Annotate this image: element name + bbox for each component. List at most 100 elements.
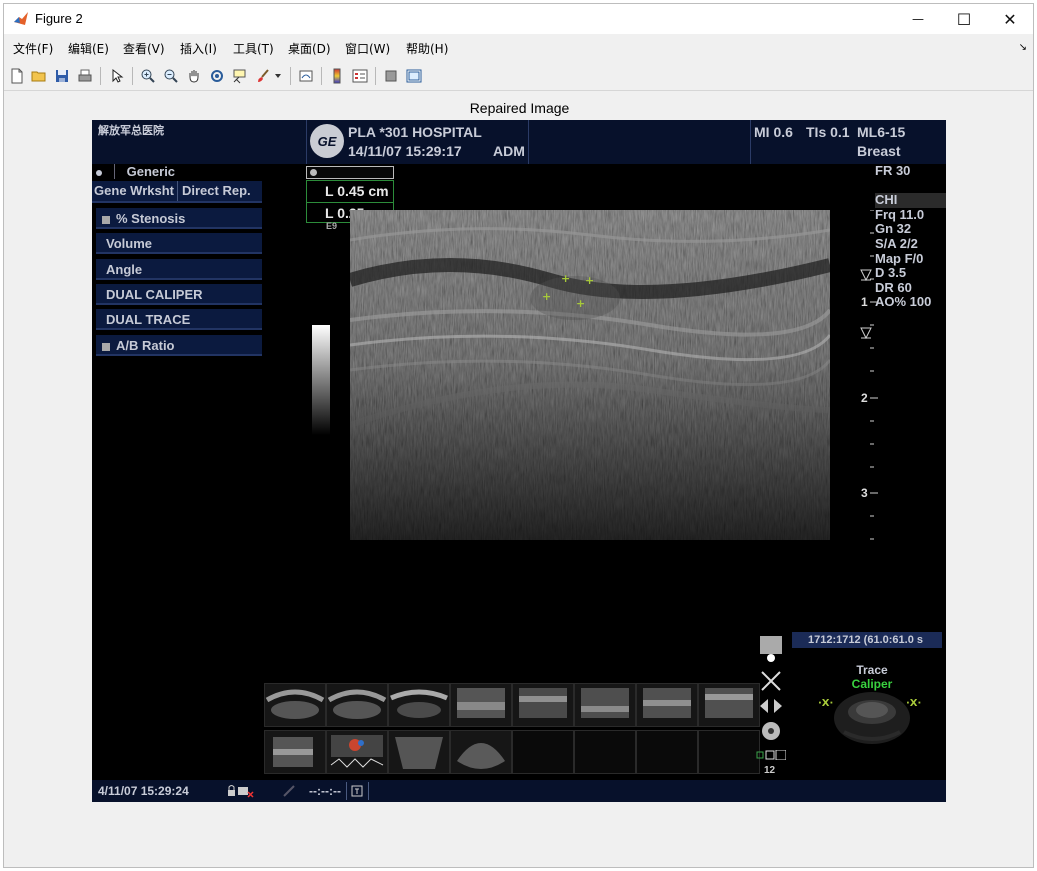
figure-toolbar bbox=[4, 61, 1033, 91]
show-plot-tools-icon[interactable] bbox=[403, 65, 425, 87]
dock-arrow-icon[interactable]: ↘ bbox=[1019, 42, 1027, 53]
menu-edit[interactable]: 编辑(E) bbox=[68, 40, 109, 57]
measurement-box-header bbox=[306, 166, 394, 179]
menu-file[interactable]: 文件(F) bbox=[13, 40, 53, 57]
save-icon[interactable] bbox=[51, 65, 73, 87]
ge-logo: GE bbox=[310, 124, 344, 158]
close-icon: ✕ bbox=[1003, 9, 1017, 29]
param-depth: D 3.5 bbox=[875, 266, 907, 281]
thumbnail-1[interactable] bbox=[264, 683, 326, 727]
thumbnail-12[interactable] bbox=[450, 730, 512, 774]
operator-id: ADM bbox=[493, 143, 525, 159]
menu-item-ab-ratio[interactable]: A/B Ratio bbox=[96, 335, 262, 356]
close-button[interactable]: ✕ bbox=[987, 4, 1033, 34]
link-plot-icon[interactable] bbox=[295, 65, 317, 87]
lock-printer-icon bbox=[228, 785, 254, 798]
menu-item-dual-caliper[interactable]: DUAL CALIPER bbox=[96, 284, 262, 305]
scissors-icon[interactable] bbox=[758, 670, 784, 692]
measurement-1: L 0.45 cm bbox=[325, 183, 389, 199]
hospital-name: PLA *301 HOSPITAL bbox=[348, 124, 482, 140]
depth-label-3: 3 bbox=[861, 486, 868, 500]
colorbar-icon[interactable] bbox=[326, 65, 348, 87]
open-folder-icon[interactable] bbox=[28, 65, 50, 87]
chevron-down-icon[interactable] bbox=[272, 65, 284, 87]
axes-title: Repaired Image bbox=[469, 100, 570, 116]
toolbar-separator bbox=[375, 67, 376, 85]
clip-count: 12 bbox=[764, 765, 776, 776]
bullet-icon bbox=[96, 169, 102, 176]
zoom-out-icon[interactable] bbox=[160, 65, 182, 87]
breast-tissue-image: + + + + bbox=[350, 210, 830, 540]
left-right-arrows-icon[interactable] bbox=[758, 696, 784, 716]
thumbnail-7[interactable] bbox=[636, 683, 698, 727]
menu-item-angle[interactable]: Angle bbox=[96, 259, 262, 280]
menu-tabs: Gene Wrksht Direct Rep. bbox=[92, 181, 262, 203]
scan-datetime: 14/11/07 15:29:17 bbox=[348, 143, 462, 159]
thumbnail-empty[interactable] bbox=[574, 730, 636, 774]
thumbnail-5[interactable] bbox=[512, 683, 574, 727]
select-arrow-icon[interactable] bbox=[106, 65, 128, 87]
window-title: Figure 2 bbox=[35, 11, 83, 26]
measurement-menu: Generic Gene Wrksht Direct Rep. % Stenosi… bbox=[92, 164, 262, 356]
thumbnail-9[interactable] bbox=[264, 730, 326, 774]
legend-icon[interactable] bbox=[349, 65, 371, 87]
thumbnail-3[interactable] bbox=[388, 683, 450, 727]
header-divider bbox=[750, 120, 751, 164]
side-tools: 12 bbox=[756, 632, 786, 782]
thumbnail-6[interactable] bbox=[574, 683, 636, 727]
sound-icon bbox=[351, 785, 363, 797]
menu-tools[interactable]: 工具(T) bbox=[233, 40, 274, 57]
signal-icon bbox=[283, 785, 295, 797]
param-gain: Gn 32 bbox=[875, 222, 912, 237]
brush-icon[interactable] bbox=[252, 65, 274, 87]
header-divider bbox=[306, 120, 307, 164]
matlab-logo-icon bbox=[14, 12, 28, 25]
menu-item-stenosis[interactable]: % Stenosis bbox=[96, 208, 262, 229]
tab-direct-report[interactable]: Direct Rep. bbox=[178, 183, 251, 198]
new-file-icon[interactable] bbox=[6, 65, 28, 87]
thumbnail-2[interactable] bbox=[326, 683, 388, 727]
trackball-label-trace: Trace bbox=[856, 663, 888, 677]
menu-item-dual-trace[interactable]: DUAL TRACE bbox=[96, 309, 262, 330]
menu-header: Generic bbox=[96, 164, 262, 179]
title-bar: Figure 2 — ☐ ✕ bbox=[4, 4, 1033, 34]
layout-squares-icon[interactable] bbox=[756, 750, 786, 760]
zoom-in-icon[interactable] bbox=[137, 65, 159, 87]
cine-frame-info: 1712:1712 (61.0:61.0 s bbox=[792, 632, 942, 648]
menu-window[interactable]: 窗口(W) bbox=[345, 40, 390, 57]
thumbnail-empty[interactable] bbox=[512, 730, 574, 774]
thumbnail-4[interactable] bbox=[450, 683, 512, 727]
menu-view[interactable]: 查看(V) bbox=[123, 40, 165, 57]
focus-marker-icon bbox=[860, 327, 872, 340]
hide-plot-tools-icon[interactable] bbox=[380, 65, 402, 87]
param-chi: CHI bbox=[875, 193, 946, 208]
scanner-header: 解放军总医院 GE PLA *301 HOSPITAL 14/11/07 15:… bbox=[92, 120, 946, 164]
grayscale-bar bbox=[312, 325, 330, 435]
data-cursor-icon[interactable] bbox=[229, 65, 251, 87]
svg-text:·X·: ·X· bbox=[818, 698, 833, 709]
keyboard-eye-icon[interactable] bbox=[758, 634, 784, 664]
minimize-button[interactable]: — bbox=[895, 4, 941, 34]
thumbnail-8[interactable] bbox=[698, 683, 760, 727]
print-icon[interactable] bbox=[74, 65, 96, 87]
thermal-index: TIs 0.1 bbox=[806, 124, 850, 140]
tab-gene-worksheet[interactable]: Gene Wrksht bbox=[92, 181, 178, 201]
menu-desktop[interactable]: 桌面(D) bbox=[288, 40, 331, 57]
rotate-3d-icon[interactable] bbox=[206, 65, 228, 87]
menu-help[interactable]: 帮助(H) bbox=[406, 40, 448, 57]
mechanical-index: MI 0.6 bbox=[754, 124, 793, 140]
menu-item-volume[interactable]: Volume bbox=[96, 233, 262, 254]
pan-hand-icon[interactable] bbox=[183, 65, 205, 87]
thumbnail-10[interactable] bbox=[326, 730, 388, 774]
thumbnail-empty[interactable] bbox=[636, 730, 698, 774]
status-datetime: 4/11/07 15:29:24 bbox=[98, 784, 189, 798]
thumbnail-empty[interactable] bbox=[698, 730, 760, 774]
exam-preset: Breast bbox=[857, 143, 901, 159]
imaging-parameters: FR 30 CHI Frq 11.0 Gn 32 S/A 2/2 Map F/0… bbox=[875, 164, 946, 310]
ultrasound-scan-area: + + + + bbox=[350, 210, 830, 540]
menu-insert[interactable]: 插入(I) bbox=[180, 40, 217, 57]
disc-icon[interactable] bbox=[758, 720, 784, 742]
thumbnail-11[interactable] bbox=[388, 730, 450, 774]
maximize-button[interactable]: ☐ bbox=[941, 4, 987, 34]
header-divider bbox=[528, 120, 529, 164]
